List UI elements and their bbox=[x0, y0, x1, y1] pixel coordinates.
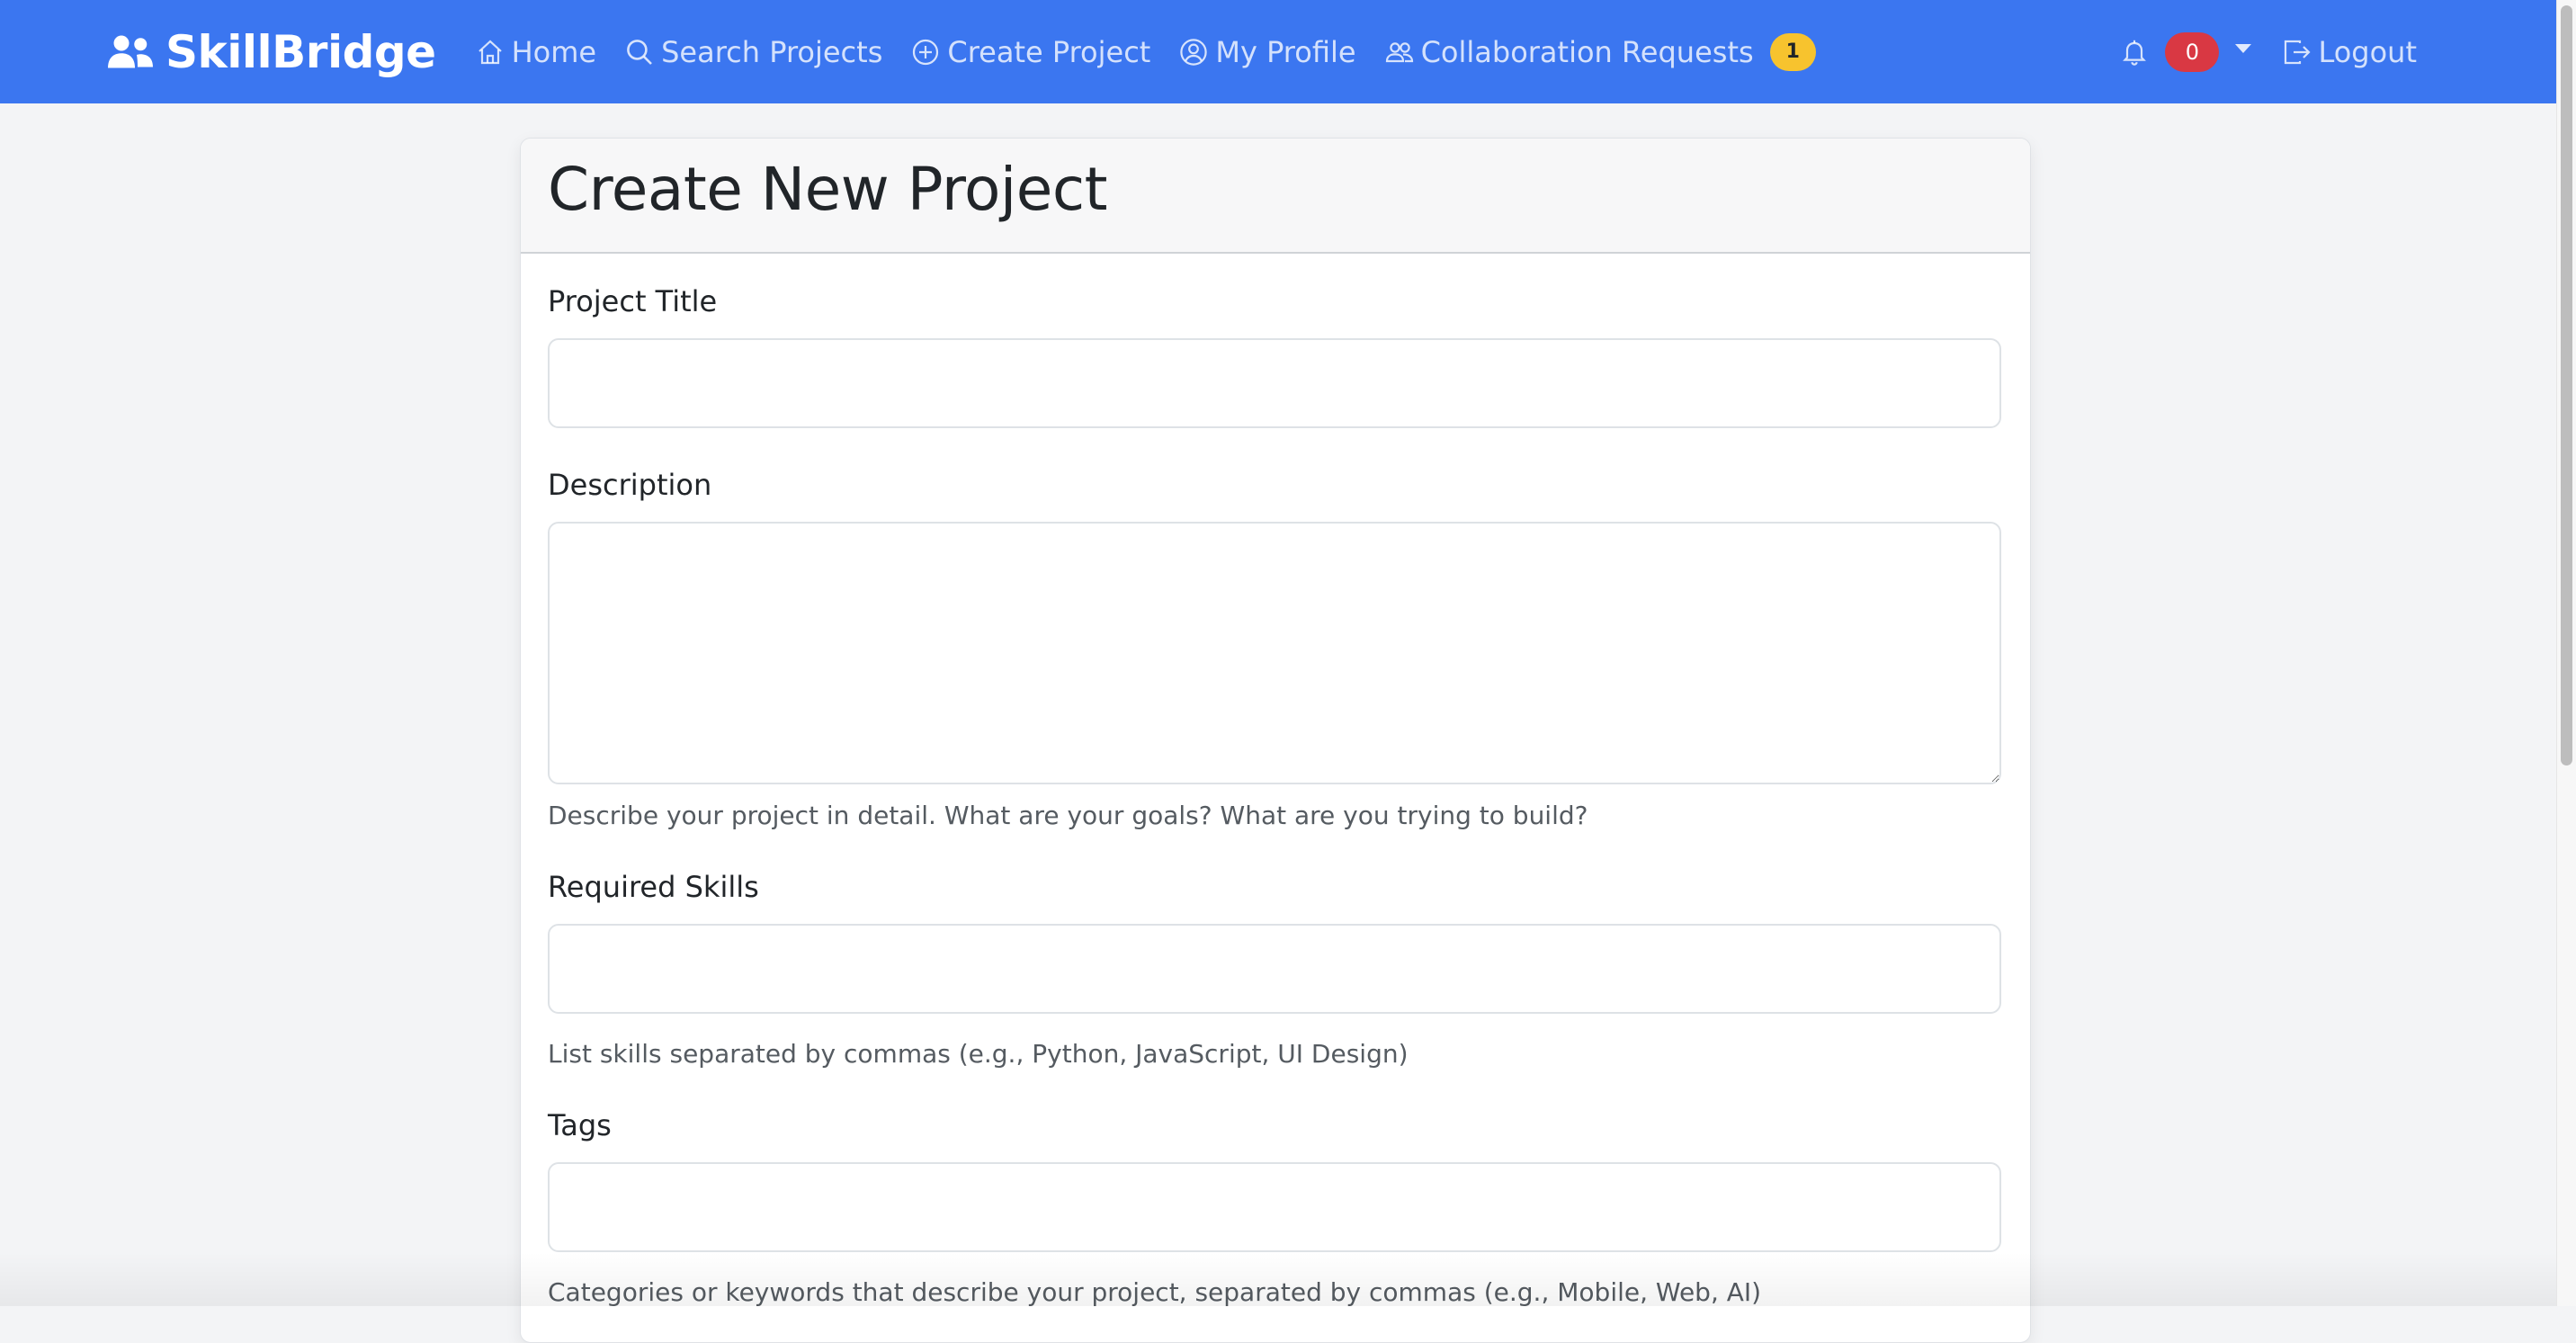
house-icon bbox=[476, 38, 505, 67]
logout-link[interactable]: Logout bbox=[2282, 35, 2417, 69]
project-title-label: Project Title bbox=[548, 284, 2003, 318]
collab-requests-badge: 1 bbox=[1770, 33, 1816, 71]
notification-count-badge[interactable]: 0 bbox=[2165, 32, 2219, 72]
project-title-input[interactable] bbox=[548, 338, 2001, 428]
scrollbar-thumb[interactable] bbox=[2561, 5, 2572, 766]
nav-collaboration-requests[interactable]: Collaboration Requests 1 bbox=[1385, 33, 1816, 71]
card-header: Create New Project bbox=[521, 139, 2030, 254]
description-group: Description Describe your project in det… bbox=[548, 468, 2003, 830]
logout-icon bbox=[2282, 38, 2311, 67]
project-title-group: Project Title bbox=[548, 284, 2003, 428]
required-skills-label: Required Skills bbox=[548, 870, 2003, 904]
brand-logo[interactable]: SkillBridge bbox=[108, 26, 436, 78]
nav-profile-label: My Profile bbox=[1215, 35, 1355, 69]
search-icon bbox=[625, 38, 654, 67]
plus-circle-icon bbox=[911, 38, 940, 67]
create-project-card: Create New Project Project Title Descrip… bbox=[520, 138, 2031, 1343]
nav-create-label: Create Project bbox=[947, 35, 1150, 69]
nav-home-label: Home bbox=[512, 35, 597, 69]
nav-right-group: 0 Logout bbox=[2120, 0, 2417, 103]
people-icon bbox=[108, 34, 153, 70]
description-label: Description bbox=[548, 468, 2003, 502]
top-navbar: SkillBridge Home Search Projects Create … bbox=[0, 0, 2556, 103]
nav-collab-label: Collaboration Requests bbox=[1421, 35, 1754, 69]
description-help-text: Describe your project in detail. What ar… bbox=[548, 801, 2003, 830]
tags-group: Tags Categories or keywords that describ… bbox=[548, 1108, 2003, 1307]
nav-search-projects[interactable]: Search Projects bbox=[625, 35, 882, 69]
people-outline-icon bbox=[1385, 38, 1414, 67]
page-title: Create New Project bbox=[548, 153, 2003, 228]
nav-home[interactable]: Home bbox=[476, 35, 597, 69]
tags-help-text: Categories or keywords that describe you… bbox=[548, 1277, 2003, 1307]
chevron-down-icon[interactable] bbox=[2235, 44, 2251, 53]
create-project-form: Project Title Description Describe your … bbox=[521, 254, 2030, 1338]
tags-label: Tags bbox=[548, 1108, 2003, 1142]
required-skills-group: Required Skills List skills separated by… bbox=[548, 870, 2003, 1069]
brand-name: SkillBridge bbox=[165, 26, 436, 78]
required-skills-help-text: List skills separated by commas (e.g., P… bbox=[548, 1039, 2003, 1069]
page-scrollbar[interactable] bbox=[2556, 0, 2576, 1306]
bell-icon[interactable] bbox=[2120, 38, 2149, 67]
nav-my-profile[interactable]: My Profile bbox=[1179, 35, 1355, 69]
nav-create-project[interactable]: Create Project bbox=[911, 35, 1150, 69]
person-circle-icon bbox=[1179, 38, 1208, 67]
logout-label: Logout bbox=[2318, 35, 2417, 69]
required-skills-input[interactable] bbox=[548, 924, 2001, 1014]
tags-input[interactable] bbox=[548, 1162, 2001, 1252]
description-textarea[interactable] bbox=[548, 522, 2001, 784]
nav-search-label: Search Projects bbox=[661, 35, 882, 69]
